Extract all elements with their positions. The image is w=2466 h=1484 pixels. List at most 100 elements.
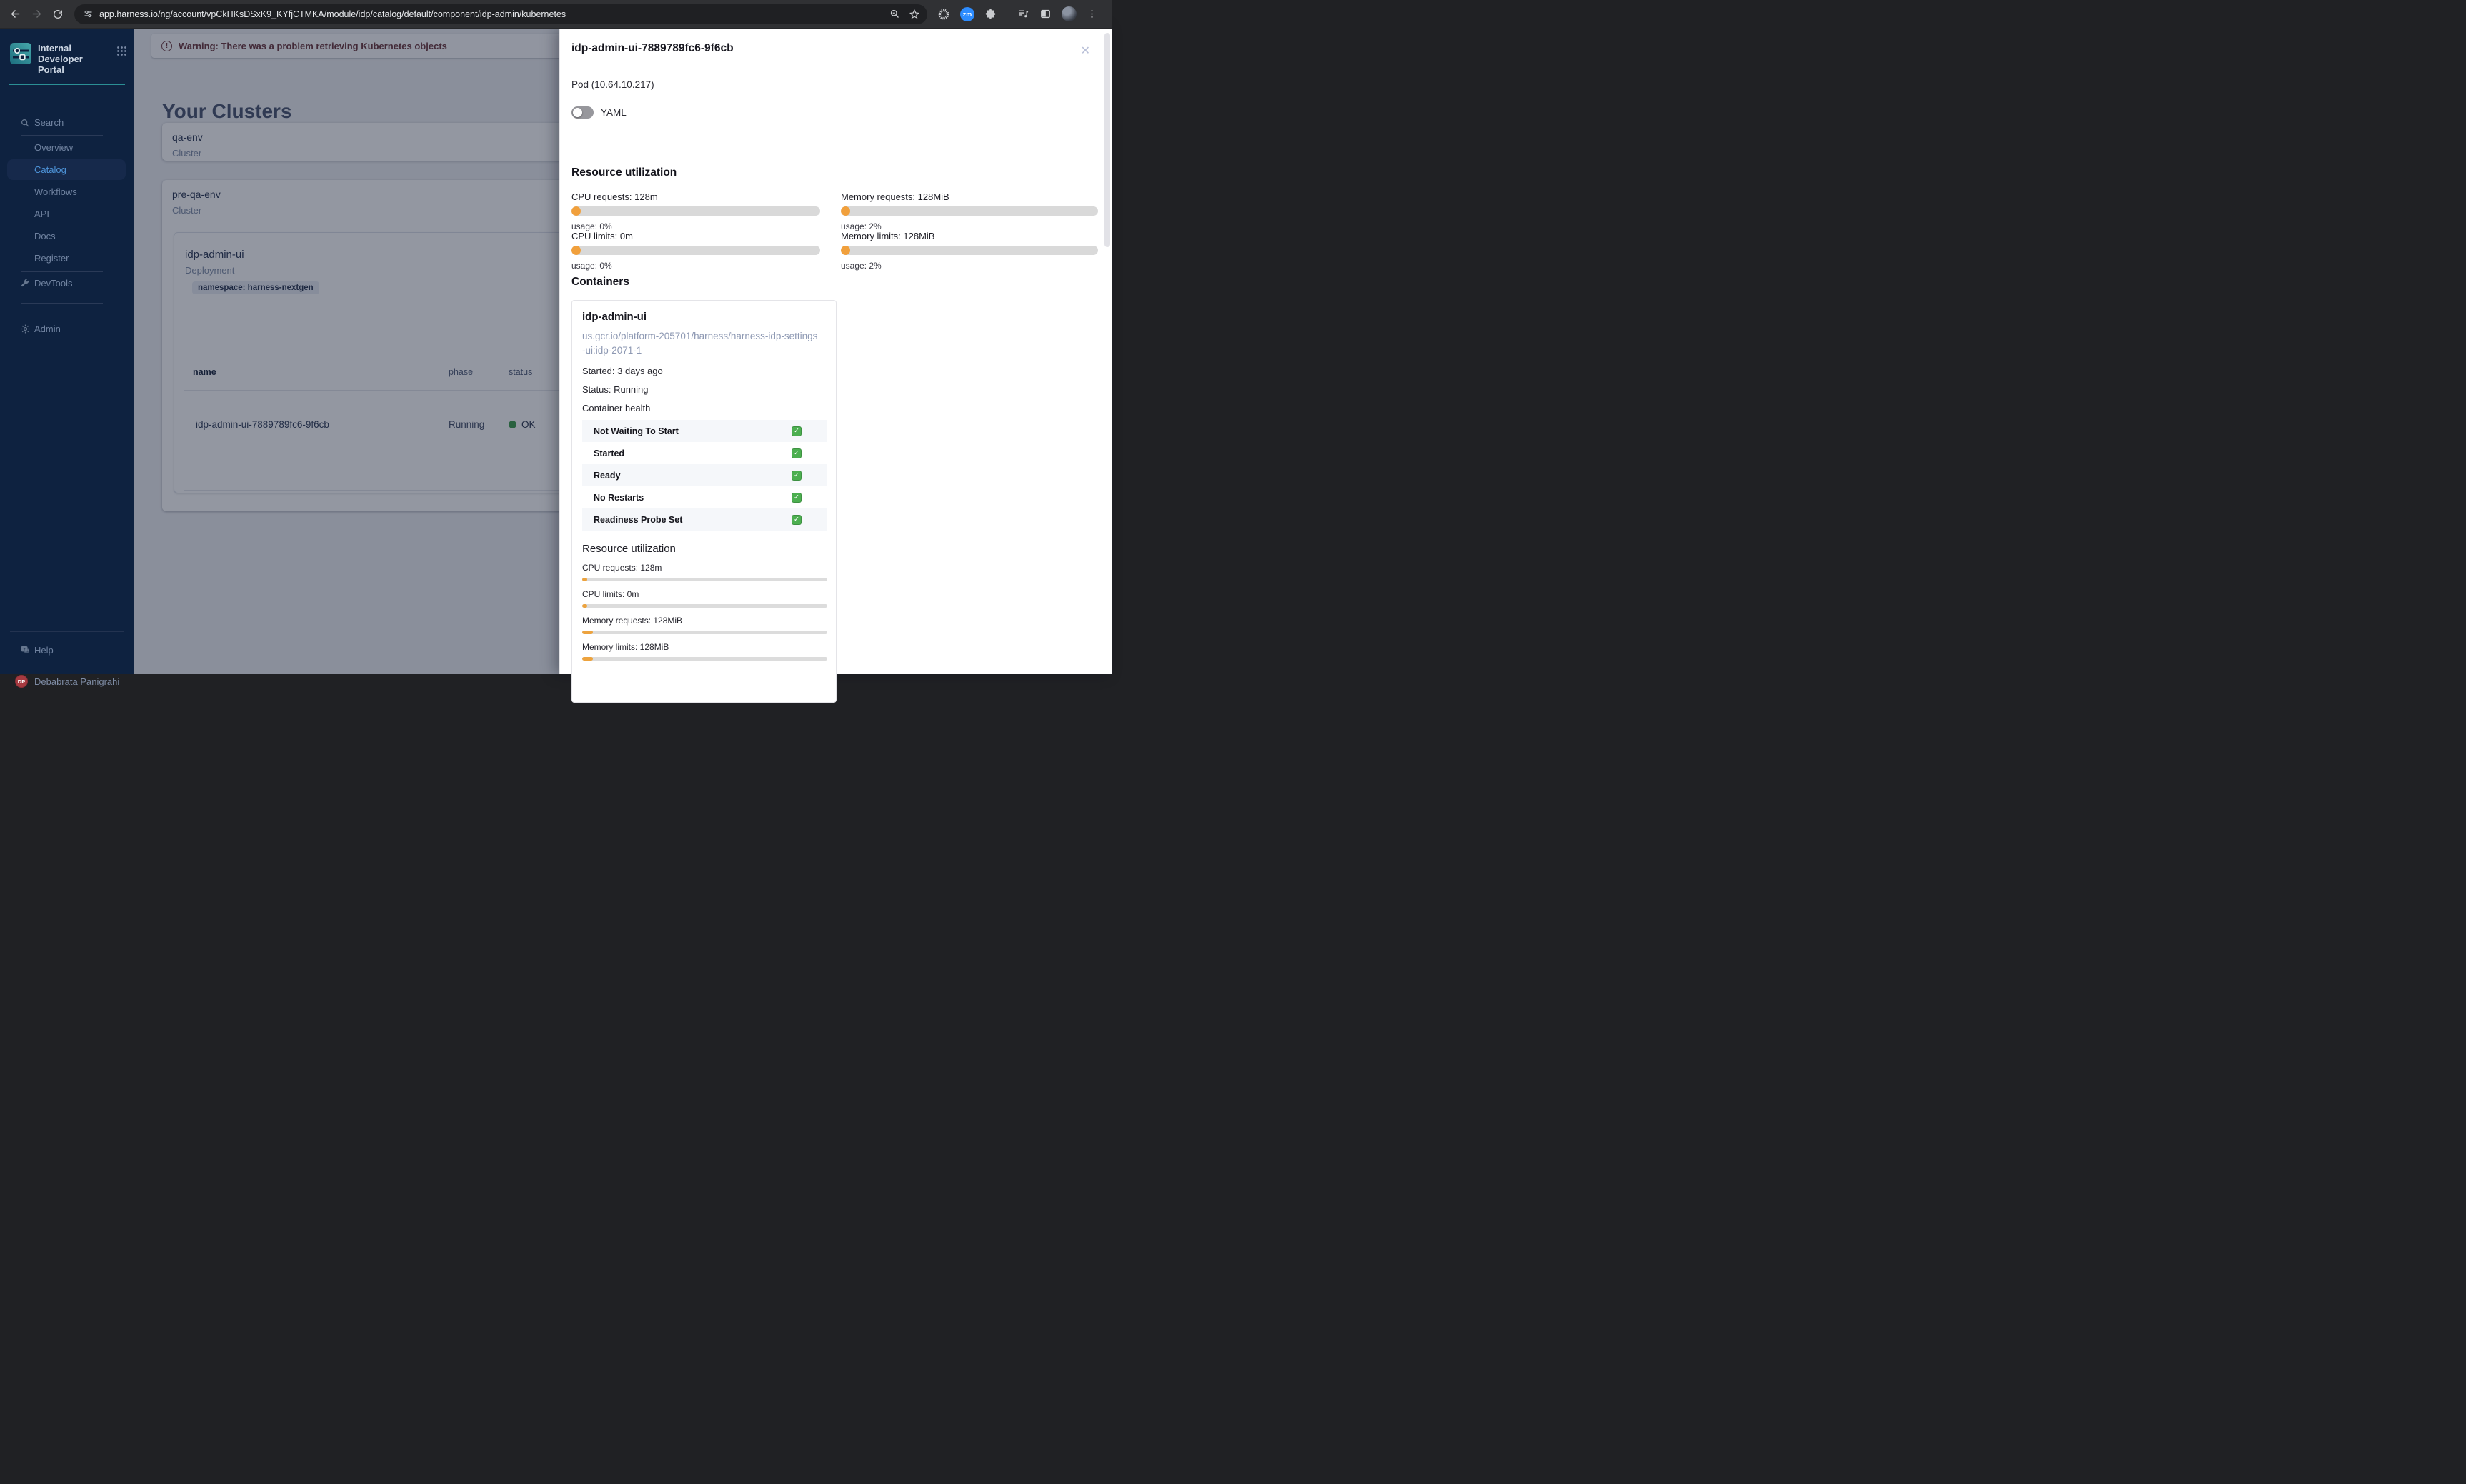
yaml-toggle-label: YAML — [601, 107, 627, 118]
container-card: idp-admin-ui us.gcr.io/platform-205701/h… — [571, 300, 837, 703]
browser-menu-icon[interactable] — [1087, 9, 1097, 19]
container-health-title: Container health — [582, 403, 651, 413]
check-icon: ✓ — [792, 514, 802, 525]
sidebar-item-workflows[interactable]: Workflows — [0, 181, 134, 202]
progress-bar — [841, 246, 1098, 255]
side-panel-icon[interactable] — [1039, 8, 1052, 20]
ru-memory-requests: Memory requests: 128MiB usage: 2% — [841, 191, 1098, 231]
resource-utilization-title: Resource utilization — [571, 166, 677, 179]
close-icon[interactable]: ✕ — [1081, 46, 1090, 57]
back-icon[interactable] — [4, 4, 26, 25]
yaml-toggle-row: YAML — [571, 106, 627, 119]
progress-bar — [582, 631, 827, 634]
progress-bar — [571, 206, 820, 216]
container-started: Started: 3 days ago — [582, 366, 663, 376]
health-row: Ready ✓ — [582, 464, 827, 486]
sidebar-user[interactable]: DP Debabrata Panigrahi — [0, 671, 134, 692]
container-image[interactable]: us.gcr.io/platform-205701/harness/harnes… — [582, 329, 818, 358]
sidebar-item-search[interactable]: Search — [0, 112, 134, 133]
health-row: Readiness Probe Set ✓ — [582, 508, 827, 531]
app-logo[interactable]: Internal Developer Portal — [10, 43, 127, 75]
search-icon — [20, 118, 30, 128]
health-row: Not Waiting To Start ✓ — [582, 420, 827, 442]
progress-fill — [841, 246, 850, 255]
forward-icon[interactable] — [26, 4, 47, 25]
ru-cpu-requests: CPU requests: 128m usage: 0% — [571, 191, 820, 231]
browser-toolbar: app.harness.io/ng/account/vpCkHKsDSxK9_K… — [0, 0, 1112, 29]
zoom-extension-icon[interactable]: zm — [960, 6, 974, 21]
user-avatar: DP — [15, 675, 28, 688]
progress-bar — [582, 578, 827, 581]
check-icon: ✓ — [792, 470, 802, 481]
app-grid-icon[interactable] — [116, 46, 127, 60]
sidebar-divider — [10, 631, 124, 632]
progress-fill — [571, 246, 581, 255]
sidebar: Internal Developer Portal Search Overvie… — [0, 29, 134, 688]
pod-subtitle: Pod (10.64.10.217) — [571, 79, 654, 90]
containers-title: Containers — [571, 276, 629, 288]
extensions-puzzle-icon[interactable] — [984, 8, 997, 20]
sidebar-item-admin[interactable]: Admin — [0, 319, 134, 339]
app-area: Internal Developer Portal Search Overvie… — [0, 29, 1112, 703]
bar-label: CPU limits: 0m — [582, 589, 639, 599]
progress-bar — [841, 206, 1098, 216]
drawer-scrollbar[interactable] — [1104, 33, 1110, 247]
ru-cpu-limits: CPU limits: 0m usage: 0% — [571, 231, 820, 271]
gear-icon — [20, 324, 31, 334]
yaml-toggle[interactable] — [571, 106, 594, 119]
sidebar-item-register[interactable]: Register — [0, 248, 134, 269]
bookmark-star-icon[interactable] — [909, 9, 920, 20]
progress-fill — [582, 604, 587, 608]
check-icon: ✓ — [792, 426, 802, 436]
container-status: Status: Running — [582, 384, 649, 395]
bar-label: Memory requests: 128MiB — [582, 616, 683, 626]
sidebar-item-overview[interactable]: Overview — [0, 137, 134, 158]
container-resource-title: Resource utilization — [582, 543, 676, 555]
bar-label: CPU requests: 128m — [582, 563, 662, 573]
svg-text:?: ? — [23, 648, 25, 652]
sidebar-item-help[interactable]: ? Help — [0, 640, 134, 661]
progress-fill — [582, 657, 594, 661]
reload-icon[interactable] — [47, 4, 69, 25]
container-health-table: Not Waiting To Start ✓ Started ✓ Ready ✓… — [582, 420, 827, 531]
harness-idp-logo-icon — [10, 43, 31, 64]
check-icon: ✓ — [792, 448, 802, 458]
sidebar-title: Internal Developer Portal — [38, 43, 83, 75]
zoom-out-icon[interactable] — [889, 9, 900, 19]
wrench-icon — [20, 279, 30, 289]
screen: app.harness.io/ng/account/vpCkHKsDSxK9_K… — [0, 0, 1112, 703]
toolbar-extensions: zm — [937, 6, 1104, 21]
sidebar-divider — [21, 271, 103, 272]
sidebar-divider — [21, 303, 103, 304]
progress-fill — [582, 631, 594, 634]
bar-label: Memory limits: 128MiB — [582, 642, 669, 652]
sidebar-item-api[interactable]: API — [0, 204, 134, 224]
sidebar-item-docs[interactable]: Docs — [0, 226, 134, 246]
sidebar-item-devtools[interactable]: DevTools — [0, 273, 134, 294]
drawer-title: idp-admin-ui-7889789fc6-9f6cb — [571, 42, 734, 54]
sidebar-divider-teal — [9, 84, 125, 85]
pod-details-drawer: idp-admin-ui-7889789fc6-9f6cb ✕ Pod (10.… — [559, 29, 1112, 703]
ru-memory-limits: Memory limits: 128MiB usage: 2% — [841, 231, 1098, 271]
health-row: No Restarts ✓ — [582, 486, 827, 508]
url-text[interactable]: app.harness.io/ng/account/vpCkHKsDSxK9_K… — [99, 9, 881, 19]
progress-bar — [582, 604, 827, 608]
sidebar-divider — [21, 135, 103, 136]
browser-profile-avatar[interactable] — [1062, 6, 1077, 21]
help-chat-icon: ? — [20, 645, 31, 656]
check-icon: ✓ — [792, 492, 802, 503]
progress-fill — [841, 206, 850, 216]
user-name: Debabrata Panigrahi — [34, 676, 120, 687]
url-bar[interactable]: app.harness.io/ng/account/vpCkHKsDSxK9_K… — [74, 4, 927, 24]
health-row: Started ✓ — [582, 442, 827, 464]
container-name: idp-admin-ui — [582, 311, 647, 323]
media-controls-icon[interactable] — [1017, 8, 1029, 20]
toggle-knob — [573, 108, 582, 117]
site-settings-icon[interactable] — [83, 9, 94, 19]
extension-spinner-icon[interactable] — [937, 8, 950, 21]
progress-fill — [571, 206, 581, 216]
progress-bar — [571, 246, 820, 255]
sidebar-item-catalog[interactable]: Catalog — [7, 159, 126, 180]
progress-fill — [582, 578, 587, 581]
progress-bar — [582, 657, 827, 661]
